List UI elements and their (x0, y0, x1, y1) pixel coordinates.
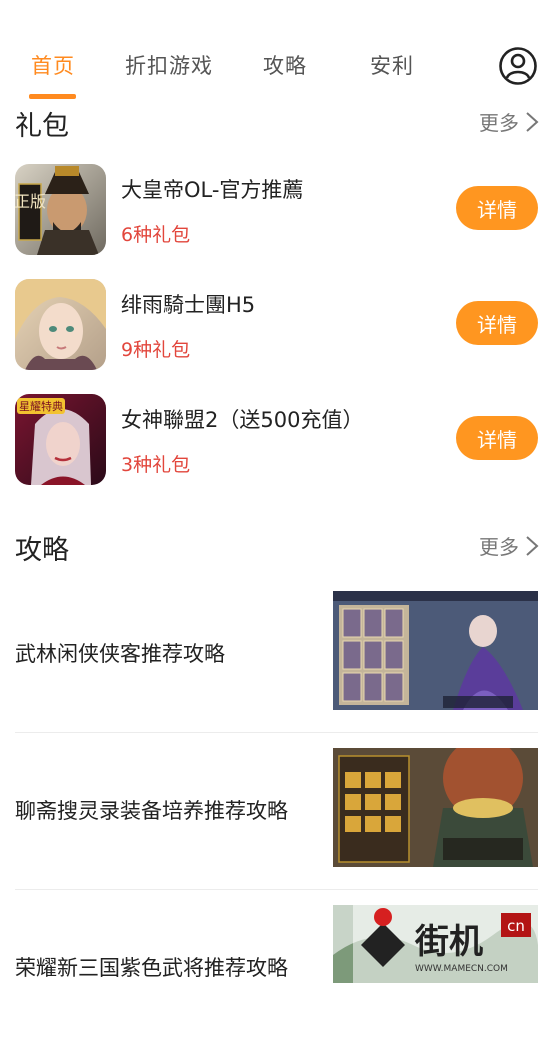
gift-item[interactable]: 绯雨騎士團H5 9种礼包 详情 (0, 279, 553, 374)
detail-button[interactable]: 详情 (456, 186, 538, 230)
detail-button[interactable]: 详情 (456, 301, 538, 345)
guide-item[interactable]: 聊斋搜灵录装备培养推荐攻略 (0, 748, 553, 904)
top-tab-bar: 首页 折扣游戏 攻略 安利 (0, 0, 553, 100)
watermark-domain: cn (507, 917, 525, 935)
divider (15, 732, 538, 733)
guide-item[interactable]: 武林闲侠侠客推荐攻略 (0, 591, 553, 747)
guide-more-link[interactable]: 更多 (479, 531, 539, 560)
game-icon-knight (15, 279, 106, 370)
gift-more-label: 更多 (479, 111, 519, 135)
gift-section-title: 礼包 (15, 111, 69, 142)
game-icon-emperor: 正版 (15, 164, 106, 255)
game-badge-text: 正版 (15, 192, 46, 211)
tab-guides[interactable]: 攻略 (263, 50, 307, 80)
gift-count: 3种礼包 (121, 454, 191, 476)
active-tab-indicator (29, 94, 76, 99)
game-name: 女神聯盟2（送500充值） (121, 408, 364, 432)
chevron-right-icon (526, 535, 539, 556)
gift-more-link[interactable]: 更多 (479, 107, 539, 136)
watermark-text: 街机 (414, 922, 483, 962)
game-badge-text: 星耀特典 (19, 399, 63, 413)
guide-thumbnail (333, 748, 538, 867)
guide-title: 聊斋搜灵录装备培养推荐攻略 (15, 799, 288, 823)
gift-item[interactable]: 正版 大皇帝OL-官方推薦 6种礼包 详情 (0, 164, 553, 259)
user-profile-icon[interactable] (498, 46, 538, 86)
chevron-right-icon (526, 111, 539, 132)
tab-home[interactable]: 首页 (31, 50, 75, 80)
watermark-url: WWW.MAMECN.COM (415, 964, 508, 974)
gift-item[interactable]: 星耀特典 女神聯盟2（送500充值） 3种礼包 详情 (0, 394, 553, 489)
game-icon-goddess: 星耀特典 (15, 394, 106, 485)
guide-thumbnail (333, 591, 538, 710)
divider (15, 889, 538, 890)
tab-discount-games[interactable]: 折扣游戏 (125, 50, 213, 80)
gift-count: 9种礼包 (121, 339, 191, 361)
game-name: 绯雨騎士團H5 (121, 293, 256, 317)
guide-more-label: 更多 (479, 535, 519, 559)
guide-title: 荣耀新三国紫色武将推荐攻略 (15, 956, 288, 980)
game-name: 大皇帝OL-官方推薦 (121, 178, 304, 202)
gift-count: 6种礼包 (121, 224, 191, 246)
detail-button[interactable]: 详情 (456, 416, 538, 460)
guide-section-title: 攻略 (15, 535, 69, 566)
watermark: 街机 cn WWW.MAMECN.COM (353, 905, 553, 983)
tab-recommend[interactable]: 安利 (370, 50, 414, 80)
guide-title: 武林闲侠侠客推荐攻略 (15, 642, 225, 666)
